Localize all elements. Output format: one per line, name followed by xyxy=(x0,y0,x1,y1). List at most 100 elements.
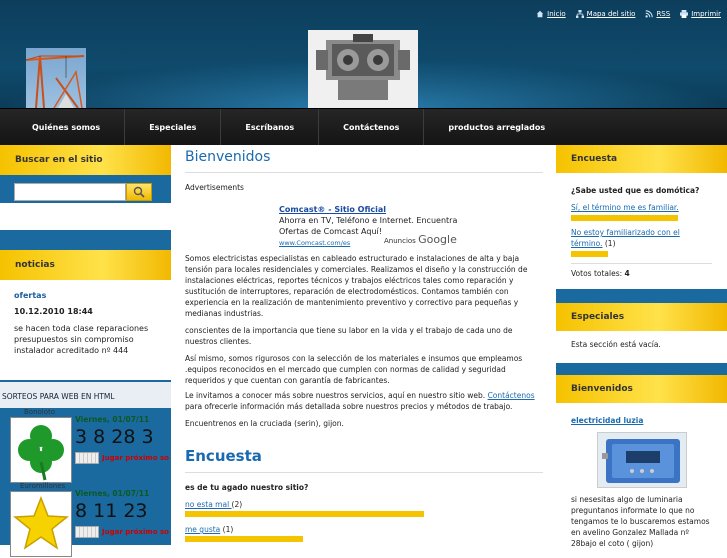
poll-option: me gusta (1) xyxy=(185,525,543,542)
ad-title-link[interactable]: Comcast® - Sitio Oficial xyxy=(279,205,386,214)
news-text: se hacen toda clase reparaciones presupu… xyxy=(14,324,149,355)
bienvenidos-box: electricidad luzia si nesesitas algo de … xyxy=(556,403,727,548)
bonoloto-logo[interactable] xyxy=(10,417,72,483)
top-link-label: Imprimir xyxy=(691,10,721,18)
sitemap-icon xyxy=(575,10,584,18)
poll-option-link[interactable]: me gusta xyxy=(185,525,220,534)
top-link-sitemap[interactable]: Mapa del sitio xyxy=(575,10,636,18)
search-box-bottom xyxy=(0,203,171,230)
top-link-home[interactable]: Inicio xyxy=(536,10,566,18)
site-header: Inicio Mapa del sitio RSS Imprimir xyxy=(0,0,727,110)
bonoloto-result: Viernes, 01/07/11 3 8 28 3 Jugar próximo… xyxy=(75,415,171,464)
bienvenidos-text: si nesesitas algo de luminaria preguntan… xyxy=(571,495,710,548)
ticket-grid-icon xyxy=(75,452,99,464)
poll-option-link[interactable]: No estoy familiarizado con el término. xyxy=(571,228,680,248)
news-date: 10.12.2010 18:44 xyxy=(14,307,93,316)
ad-line: Ahorra en TV, Teléfono e Internet. Encue… xyxy=(279,216,458,225)
bienvenidos-link[interactable]: electricidad luzia xyxy=(571,416,643,425)
poll-option-count: (1) xyxy=(602,239,616,248)
ads-by-label: Anuncios xyxy=(384,237,416,245)
euromillones-logo[interactable] xyxy=(10,491,72,557)
news-box: ofertas 10.12.2010 18:44 se hacen toda c… xyxy=(0,280,171,380)
poll-question: es de tu agado nuestro sitio? xyxy=(185,483,309,492)
left-sidebar: Buscar en el sitio noticias ofertas 10.1… xyxy=(0,145,171,557)
paragraph-text: Le invitamos a conocer más sobre nuestro… xyxy=(185,391,488,400)
google-logo: Google xyxy=(418,233,457,246)
paragraph: conscientes de la importancia que tiene … xyxy=(185,326,513,346)
poll-option: Sí, el término me es familiar. xyxy=(571,202,712,221)
engine-photo xyxy=(308,30,418,108)
contact-paragraph: Le invitamos a conocer más sobre nuestro… xyxy=(185,390,543,412)
electrical-panel-photo xyxy=(597,432,687,488)
main-nav: Quiénes somos Especiales Escríbanos Cont… xyxy=(0,108,727,146)
clover-icon xyxy=(18,425,64,481)
paragraph-text: para ofrecerle información más detallada… xyxy=(185,402,513,411)
bienvenidos-box-title: Bienvenidos xyxy=(556,375,727,403)
crane-photo xyxy=(26,48,86,108)
paragraph: Así mismo, somos rigurosos con la selecc… xyxy=(185,354,523,385)
poll-result-bar xyxy=(571,215,678,221)
lottery-date: Viernes, 01/07/11 xyxy=(75,415,150,424)
search-button[interactable] xyxy=(126,183,152,201)
poll-option: No estoy familiarizado con el término. (… xyxy=(571,227,712,257)
top-link-label: Inicio xyxy=(547,10,566,18)
contact-link[interactable]: Contáctenos xyxy=(488,391,535,400)
especiales-text: Esta sección está vacía. xyxy=(571,340,661,349)
page-title: Bienvenidos xyxy=(185,145,543,173)
poll-option-count: (1) xyxy=(220,525,234,534)
main-content: Bienvenidos Advertisements Comcast® - Si… xyxy=(171,145,556,545)
top-links: Inicio Mapa del sitio RSS Imprimir xyxy=(536,10,721,18)
lottery-date: Viernes, 01/07/11 xyxy=(75,489,150,498)
poll-total-label: Votos totales: xyxy=(571,269,625,278)
lottery-widget: SORTEOS PARA WEB EN HTML Bonoloto Vierne… xyxy=(0,382,171,557)
lottery-widget-title: SORTEOS PARA WEB EN HTML xyxy=(0,382,171,408)
poll-result-bar xyxy=(185,511,424,517)
poll-title: Encuesta xyxy=(185,447,543,473)
poll-total-value: 4 xyxy=(624,269,630,278)
search-icon xyxy=(133,186,145,198)
lottery-play-label: Jugar próximo so xyxy=(102,454,169,462)
search-box-title: Buscar en el sitio xyxy=(0,145,171,175)
lottery-play-label: Jugar próximo so xyxy=(102,528,169,536)
especiales-box-title: Especiales xyxy=(556,303,727,331)
poll-total: Votos totales: 4 xyxy=(571,263,712,279)
poll-result-bar xyxy=(185,536,303,542)
top-link-label: RSS xyxy=(656,10,671,18)
lottery-play-link[interactable]: Jugar próximo so xyxy=(75,526,171,538)
poll-option-link[interactable]: no esta mal xyxy=(185,500,232,509)
poll-option-count: (2) xyxy=(231,500,243,509)
top-link-print[interactable]: Imprimir xyxy=(680,10,721,18)
print-icon xyxy=(680,10,689,18)
nav-item-productos-arreglados[interactable]: productos arreglados xyxy=(424,109,569,146)
lottery-numbers: 3 8 28 3 xyxy=(75,426,154,448)
ad-url-link[interactable]: www.Comcast.com/es xyxy=(279,239,350,247)
intro-paragraph: Somos electricistas especialistas en cab… xyxy=(185,254,528,318)
news-box-title: noticias xyxy=(0,250,171,280)
search-input[interactable] xyxy=(14,183,126,201)
nav-item-contactenos[interactable]: Contáctenos xyxy=(319,109,425,146)
poll-result-bar xyxy=(571,251,608,257)
lottery-name: Euromillones xyxy=(20,482,66,490)
lottery-numbers: 8 11 23 xyxy=(75,500,148,522)
poll-option: no esta mal (2) xyxy=(185,500,543,517)
euromillones-result: Viernes, 01/07/11 8 11 23 Jugar próximo … xyxy=(75,489,171,538)
location-paragraph: Encuentrenos en la cruciada (serin), gij… xyxy=(185,419,344,428)
home-icon xyxy=(536,10,544,18)
ticket-grid-icon xyxy=(75,526,99,538)
top-link-rss[interactable]: RSS xyxy=(645,10,670,18)
lottery-play-link[interactable]: Jugar próximo so xyxy=(75,452,171,464)
poll-box: ¿Sabe usted que es domótica? Sí, el térm… xyxy=(556,173,727,289)
nav-item-quienes-somos[interactable]: Quiénes somos xyxy=(8,109,126,146)
ads-by-google[interactable]: Anuncios Google xyxy=(384,233,457,246)
star-icon xyxy=(12,495,70,550)
nav-item-especiales[interactable]: Especiales xyxy=(125,109,222,146)
top-link-label: Mapa del sitio xyxy=(586,10,636,18)
rss-icon xyxy=(645,10,654,18)
poll-question: ¿Sabe usted que es domótica? xyxy=(571,186,700,195)
news-link[interactable]: ofertas xyxy=(14,291,46,300)
nav-item-escribanos[interactable]: Escríbanos xyxy=(221,109,320,146)
lottery-name: Bonoloto xyxy=(24,408,56,416)
advertisements-label: Advertisements xyxy=(185,183,244,192)
poll-option-link[interactable]: Sí, el término me es familiar. xyxy=(571,203,679,212)
especiales-box: Esta sección está vacía. xyxy=(556,331,727,363)
